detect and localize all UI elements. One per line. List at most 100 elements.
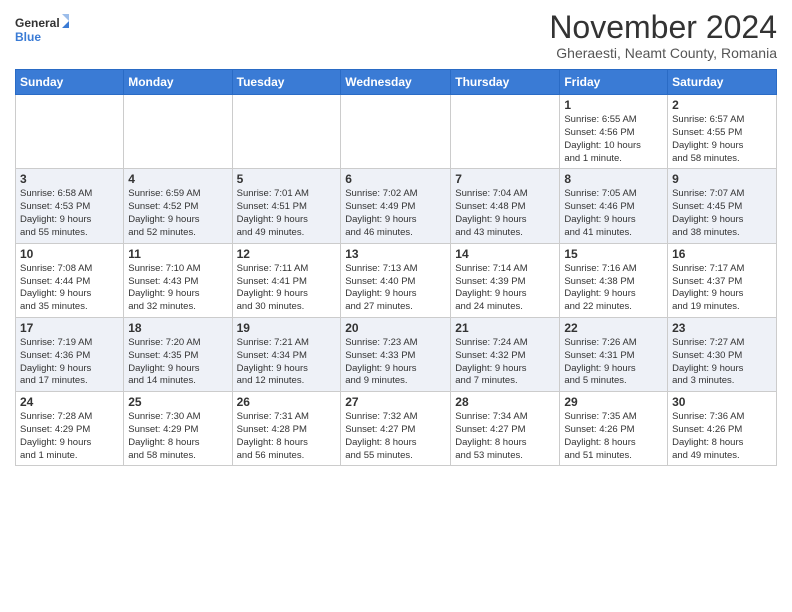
table-cell: 4 Sunrise: 6:59 AMSunset: 4:52 PMDaylight… — [124, 169, 232, 243]
day-number: 6 — [345, 172, 446, 186]
day-info: Sunrise: 7:23 AMSunset: 4:33 PMDaylight:… — [345, 337, 446, 388]
day-number: 26 — [237, 395, 337, 409]
day-number: 20 — [345, 321, 446, 335]
day-number: 23 — [672, 321, 772, 335]
day-number: 16 — [672, 247, 772, 261]
day-info: Sunrise: 7:21 AMSunset: 4:34 PMDaylight:… — [237, 337, 337, 388]
day-info: Sunrise: 7:30 AMSunset: 4:29 PMDaylight:… — [128, 411, 227, 462]
table-cell: 8 Sunrise: 7:05 AMSunset: 4:46 PMDaylight… — [560, 169, 668, 243]
day-info: Sunrise: 6:59 AMSunset: 4:52 PMDaylight:… — [128, 188, 227, 239]
calendar-week-2: 3Sunrise: 6:58 AMSunset: 4:53 PMDaylight… — [16, 169, 777, 243]
day-info: Sunrise: 7:05 AMSunset: 4:46 PMDaylight:… — [564, 188, 663, 239]
col-thursday: Thursday — [451, 70, 560, 95]
calendar-week-5: 24 Sunrise: 7:28 AMSunset: 4:29 PMDayligh… — [16, 392, 777, 466]
day-info: Sunrise: 7:31 AMSunset: 4:28 PMDaylight:… — [237, 411, 337, 462]
table-cell — [341, 95, 451, 169]
day-number: 4 — [128, 172, 227, 186]
calendar-week-4: 17Sunrise: 7:19 AMSunset: 4:36 PMDayligh… — [16, 317, 777, 391]
table-cell: 2Sunrise: 6:57 AMSunset: 4:55 PMDaylight… — [668, 95, 777, 169]
day-info: Sunrise: 7:14 AMSunset: 4:39 PMDaylight:… — [455, 263, 555, 314]
calendar-week-1: 1Sunrise: 6:55 AMSunset: 4:56 PMDaylight… — [16, 95, 777, 169]
table-cell — [232, 95, 341, 169]
day-number: 19 — [237, 321, 337, 335]
day-number: 17 — [20, 321, 119, 335]
page-container: General Blue November 2024 Gheraesti, Ne… — [0, 0, 792, 481]
day-info: Sunrise: 7:20 AMSunset: 4:35 PMDaylight:… — [128, 337, 227, 388]
col-sunday: Sunday — [16, 70, 124, 95]
day-number: 29 — [564, 395, 663, 409]
calendar-week-3: 10 Sunrise: 7:08 AMSunset: 4:44 PMDayligh… — [16, 243, 777, 317]
table-cell: 17Sunrise: 7:19 AMSunset: 4:36 PMDayligh… — [16, 317, 124, 391]
col-wednesday: Wednesday — [341, 70, 451, 95]
calendar-header-row: Sunday Monday Tuesday Wednesday Thursday… — [16, 70, 777, 95]
svg-text:Blue: Blue — [15, 30, 41, 44]
table-cell: 12Sunrise: 7:11 AMSunset: 4:41 PMDayligh… — [232, 243, 341, 317]
day-info: Sunrise: 6:57 AMSunset: 4:55 PMDaylight:… — [672, 114, 772, 165]
day-number: 30 — [672, 395, 772, 409]
day-number: 14 — [455, 247, 555, 261]
table-cell — [124, 95, 232, 169]
day-number: 25 — [128, 395, 227, 409]
day-number: 12 — [237, 247, 337, 261]
day-info: Sunrise: 7:36 AMSunset: 4:26 PMDaylight:… — [672, 411, 772, 462]
table-cell: 10 Sunrise: 7:08 AMSunset: 4:44 PMDayligh… — [16, 243, 124, 317]
day-info: Sunrise: 7:07 AMSunset: 4:45 PMDaylight:… — [672, 188, 772, 239]
day-info: Sunrise: 7:34 AMSunset: 4:27 PMDaylight:… — [455, 411, 555, 462]
day-info: Sunrise: 7:28 AMSunset: 4:29 PMDaylight:… — [20, 411, 119, 462]
day-info: Sunrise: 7:08 AMSunset: 4:44 PMDaylight:… — [20, 263, 119, 314]
day-info: Sunrise: 7:02 AMSunset: 4:49 PMDaylight:… — [345, 188, 446, 239]
table-cell: 21 Sunrise: 7:24 AMSunset: 4:32 PMDayligh… — [451, 317, 560, 391]
day-number: 1 — [564, 98, 663, 112]
day-number: 3 — [20, 172, 119, 186]
month-title: November 2024 — [549, 10, 777, 45]
table-cell: 6 Sunrise: 7:02 AMSunset: 4:49 PMDaylight… — [341, 169, 451, 243]
table-cell: 3Sunrise: 6:58 AMSunset: 4:53 PMDaylight… — [16, 169, 124, 243]
table-cell — [451, 95, 560, 169]
day-number: 10 — [20, 247, 119, 261]
day-info: Sunrise: 7:13 AMSunset: 4:40 PMDaylight:… — [345, 263, 446, 314]
day-number: 13 — [345, 247, 446, 261]
table-cell: 29Sunrise: 7:35 AMSunset: 4:26 PMDayligh… — [560, 392, 668, 466]
day-info: Sunrise: 7:24 AMSunset: 4:32 PMDaylight:… — [455, 337, 555, 388]
logo-svg: General Blue — [15, 10, 70, 50]
table-cell: 7Sunrise: 7:04 AMSunset: 4:48 PMDaylight… — [451, 169, 560, 243]
col-saturday: Saturday — [668, 70, 777, 95]
svg-text:General: General — [15, 16, 60, 30]
calendar-table: Sunday Monday Tuesday Wednesday Thursday… — [15, 69, 777, 466]
col-tuesday: Tuesday — [232, 70, 341, 95]
day-number: 9 — [672, 172, 772, 186]
day-number: 11 — [128, 247, 227, 261]
day-number: 27 — [345, 395, 446, 409]
table-cell: 28 Sunrise: 7:34 AMSunset: 4:27 PMDayligh… — [451, 392, 560, 466]
table-cell: 26 Sunrise: 7:31 AMSunset: 4:28 PMDayligh… — [232, 392, 341, 466]
table-cell: 18 Sunrise: 7:20 AMSunset: 4:35 PMDayligh… — [124, 317, 232, 391]
day-info: Sunrise: 7:27 AMSunset: 4:30 PMDaylight:… — [672, 337, 772, 388]
day-number: 24 — [20, 395, 119, 409]
day-number: 21 — [455, 321, 555, 335]
table-cell: 15Sunrise: 7:16 AMSunset: 4:38 PMDayligh… — [560, 243, 668, 317]
day-number: 28 — [455, 395, 555, 409]
table-cell: 25 Sunrise: 7:30 AMSunset: 4:29 PMDayligh… — [124, 392, 232, 466]
table-cell: 5Sunrise: 7:01 AMSunset: 4:51 PMDaylight… — [232, 169, 341, 243]
day-info: Sunrise: 7:26 AMSunset: 4:31 PMDaylight:… — [564, 337, 663, 388]
day-info: Sunrise: 7:32 AMSunset: 4:27 PMDaylight:… — [345, 411, 446, 462]
table-cell — [16, 95, 124, 169]
logo: General Blue — [15, 10, 70, 50]
day-info: Sunrise: 7:01 AMSunset: 4:51 PMDaylight:… — [237, 188, 337, 239]
day-number: 18 — [128, 321, 227, 335]
table-cell: 9 Sunrise: 7:07 AMSunset: 4:45 PMDaylight… — [668, 169, 777, 243]
table-cell: 20 Sunrise: 7:23 AMSunset: 4:33 PMDayligh… — [341, 317, 451, 391]
table-cell: 11 Sunrise: 7:10 AMSunset: 4:43 PMDayligh… — [124, 243, 232, 317]
day-info: Sunrise: 7:16 AMSunset: 4:38 PMDaylight:… — [564, 263, 663, 314]
table-cell: 13 Sunrise: 7:13 AMSunset: 4:40 PMDayligh… — [341, 243, 451, 317]
day-info: Sunrise: 7:04 AMSunset: 4:48 PMDaylight:… — [455, 188, 555, 239]
day-info: Sunrise: 7:10 AMSunset: 4:43 PMDaylight:… — [128, 263, 227, 314]
col-friday: Friday — [560, 70, 668, 95]
table-cell: 30 Sunrise: 7:36 AMSunset: 4:26 PMDayligh… — [668, 392, 777, 466]
table-cell: 27 Sunrise: 7:32 AMSunset: 4:27 PMDayligh… — [341, 392, 451, 466]
title-block: November 2024 Gheraesti, Neamt County, R… — [549, 10, 777, 61]
table-cell: 1Sunrise: 6:55 AMSunset: 4:56 PMDaylight… — [560, 95, 668, 169]
day-number: 8 — [564, 172, 663, 186]
table-cell: 24 Sunrise: 7:28 AMSunset: 4:29 PMDayligh… — [16, 392, 124, 466]
location: Gheraesti, Neamt County, Romania — [549, 45, 777, 61]
